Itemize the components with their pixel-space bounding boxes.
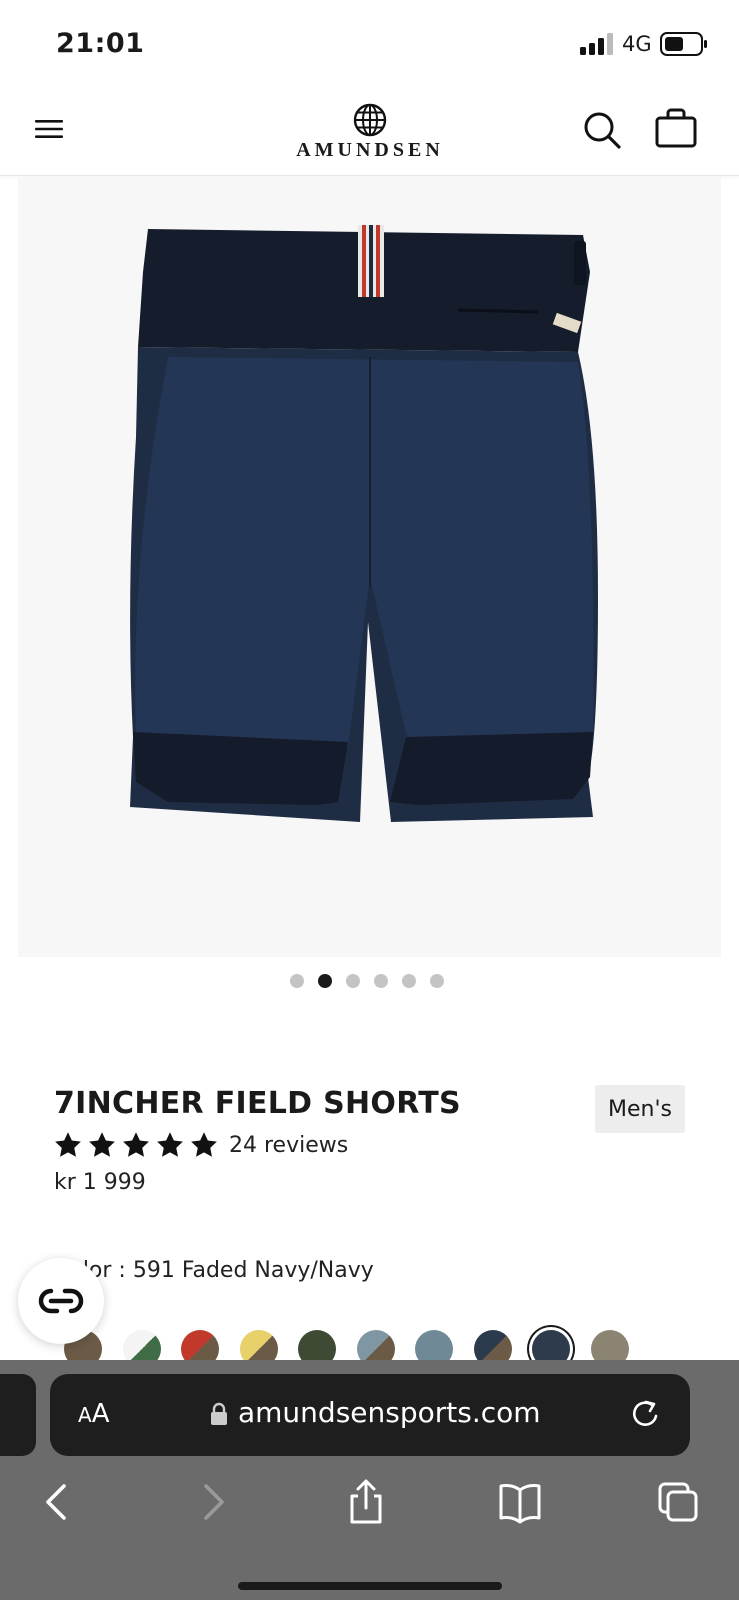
star-icon — [123, 1132, 149, 1157]
tabs-icon[interactable] — [656, 1478, 700, 1526]
shorts-illustration — [130, 225, 598, 822]
product-image[interactable] — [18, 177, 721, 957]
browser-toolbar — [0, 1478, 739, 1538]
gender-badge: Men's — [595, 1085, 685, 1133]
hamburger-menu-icon[interactable] — [34, 114, 64, 144]
site-header: AMUNDSEN — [0, 88, 739, 176]
gallery-dot[interactable] — [290, 974, 304, 988]
battery-icon — [660, 32, 707, 56]
reviews-count[interactable]: 24 reviews — [229, 1133, 348, 1158]
status-bar: 21:01 4G — [0, 0, 739, 88]
brand-logo[interactable]: AMUNDSEN — [270, 102, 470, 164]
home-indicator — [238, 1582, 502, 1590]
gallery-dot-active[interactable] — [318, 974, 332, 988]
gallery-dot[interactable] — [374, 974, 388, 988]
chat-widget-button[interactable] — [18, 1258, 104, 1344]
gallery-pagination[interactable] — [290, 974, 444, 990]
forward-icon[interactable] — [190, 1478, 234, 1526]
bookmarks-icon[interactable] — [498, 1478, 542, 1526]
star-icon — [89, 1132, 115, 1157]
url-text[interactable]: amundsensports.com — [238, 1396, 541, 1429]
reload-icon[interactable] — [630, 1398, 662, 1432]
address-bar[interactable]: AA amundsensports.com — [50, 1374, 690, 1456]
search-icon[interactable] — [582, 110, 622, 150]
gallery-dot[interactable] — [402, 974, 416, 988]
share-icon[interactable] — [344, 1478, 388, 1526]
product-title: 7INCHER FIELD SHORTS — [54, 1086, 461, 1121]
previous-tab[interactable] — [0, 1374, 36, 1456]
text-size-button[interactable]: AA — [78, 1399, 109, 1429]
rating[interactable]: 24 reviews — [53, 1130, 348, 1160]
status-time: 21:01 — [56, 28, 145, 59]
star-icon — [191, 1132, 217, 1157]
globe-icon — [353, 103, 387, 137]
gallery-dot[interactable] — [430, 974, 444, 988]
infinity-link-icon — [38, 1288, 84, 1314]
star-icon — [157, 1132, 183, 1157]
browser-chrome: AA amundsensports.com — [0, 1360, 739, 1600]
network-type: 4G — [622, 32, 652, 56]
shopping-bag-icon[interactable] — [654, 106, 698, 150]
product-price: kr 1 999 — [54, 1170, 146, 1195]
gallery-dot[interactable] — [346, 974, 360, 988]
brand-wordmark: AMUNDSEN — [296, 139, 444, 161]
signal-icon — [580, 33, 613, 55]
lock-icon — [211, 1402, 227, 1425]
back-icon[interactable] — [36, 1478, 80, 1526]
color-label: Color : 591 Faded Navy/Navy — [54, 1258, 374, 1283]
star-icon — [55, 1132, 81, 1157]
